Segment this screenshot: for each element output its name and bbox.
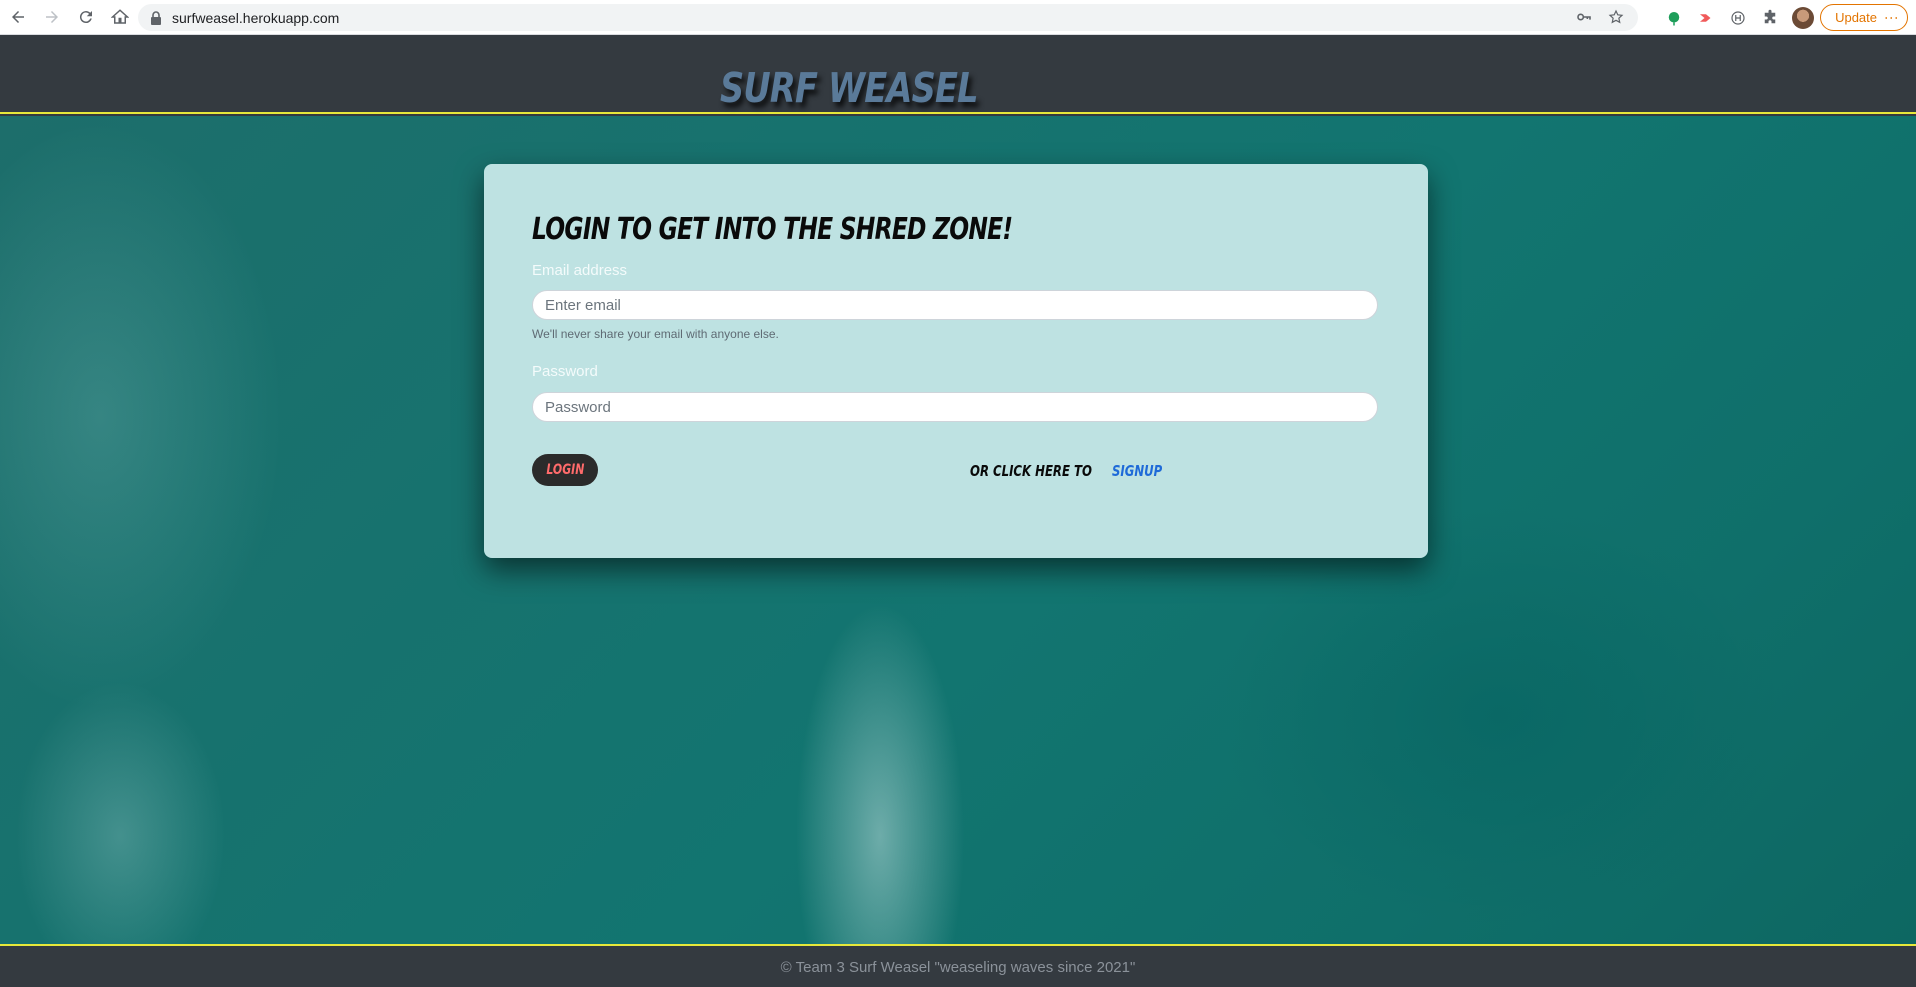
red-arrow-icon <box>1700 13 1711 22</box>
extension-green[interactable] <box>1658 2 1690 34</box>
email-label: Email address <box>532 262 628 279</box>
extensions-button[interactable] <box>1754 2 1786 34</box>
login-heading: LOGIN TO GET INTO THE SHRED ZONE! <box>532 212 1013 247</box>
green-leaf-icon <box>1668 11 1680 25</box>
login-button-label: LOGIN <box>545 462 585 478</box>
email-help-text: We'll never share your email with anyone… <box>532 327 779 341</box>
reload-button[interactable] <box>70 1 102 33</box>
extensions-area: Update ⋮ <box>1658 0 1916 35</box>
update-button[interactable]: Update ⋮ <box>1820 4 1908 31</box>
key-icon[interactable] <box>1576 9 1592 25</box>
login-card: LOGIN TO GET INTO THE SHRED ZONE! Email … <box>484 164 1428 558</box>
home-icon <box>111 9 129 24</box>
update-label: Update <box>1835 10 1877 25</box>
extension-circle[interactable] <box>1722 2 1754 34</box>
signup-link[interactable]: SIGNUP <box>1112 462 1162 480</box>
site-footer: © Team 3 Surf Weasel "weaseling waves si… <box>0 948 1916 987</box>
footer-text: © Team 3 Surf Weasel "weaseling waves si… <box>780 959 1136 976</box>
forward-button[interactable] <box>36 1 68 33</box>
reload-icon <box>79 11 92 24</box>
password-label: Password <box>532 363 598 380</box>
signup-prompt: OR CLICK HERE TO SIGNUP <box>970 462 1177 480</box>
password-field[interactable] <box>532 392 1378 422</box>
signup-prompt-text: OR CLICK HERE TO <box>970 462 1092 480</box>
star-icon[interactable] <box>1608 9 1624 25</box>
login-button[interactable]: LOGIN <box>532 454 598 486</box>
profile-avatar[interactable] <box>1792 6 1815 29</box>
email-field[interactable] <box>532 290 1378 320</box>
url-text: surfweasel.herokuapp.com <box>172 9 340 26</box>
arrow-left-icon <box>12 11 24 23</box>
arrow-right-icon <box>46 11 58 23</box>
puzzle-icon <box>1764 9 1776 23</box>
circle-h-icon <box>1731 10 1745 25</box>
site-header: SURF WEASEL <box>0 36 1916 114</box>
back-button[interactable] <box>2 1 34 33</box>
browser-toolbar: surfweasel.herokuapp.com Update ⋮ <box>0 0 1916 35</box>
more-vertical-icon: ⋮ <box>1884 11 1900 24</box>
brand-logo[interactable]: SURF WEASEL <box>720 64 979 112</box>
address-bar[interactable]: surfweasel.herokuapp.com <box>138 4 1638 31</box>
lock-icon <box>151 10 161 25</box>
extension-red[interactable] <box>1690 2 1722 34</box>
home-button[interactable] <box>104 1 136 33</box>
